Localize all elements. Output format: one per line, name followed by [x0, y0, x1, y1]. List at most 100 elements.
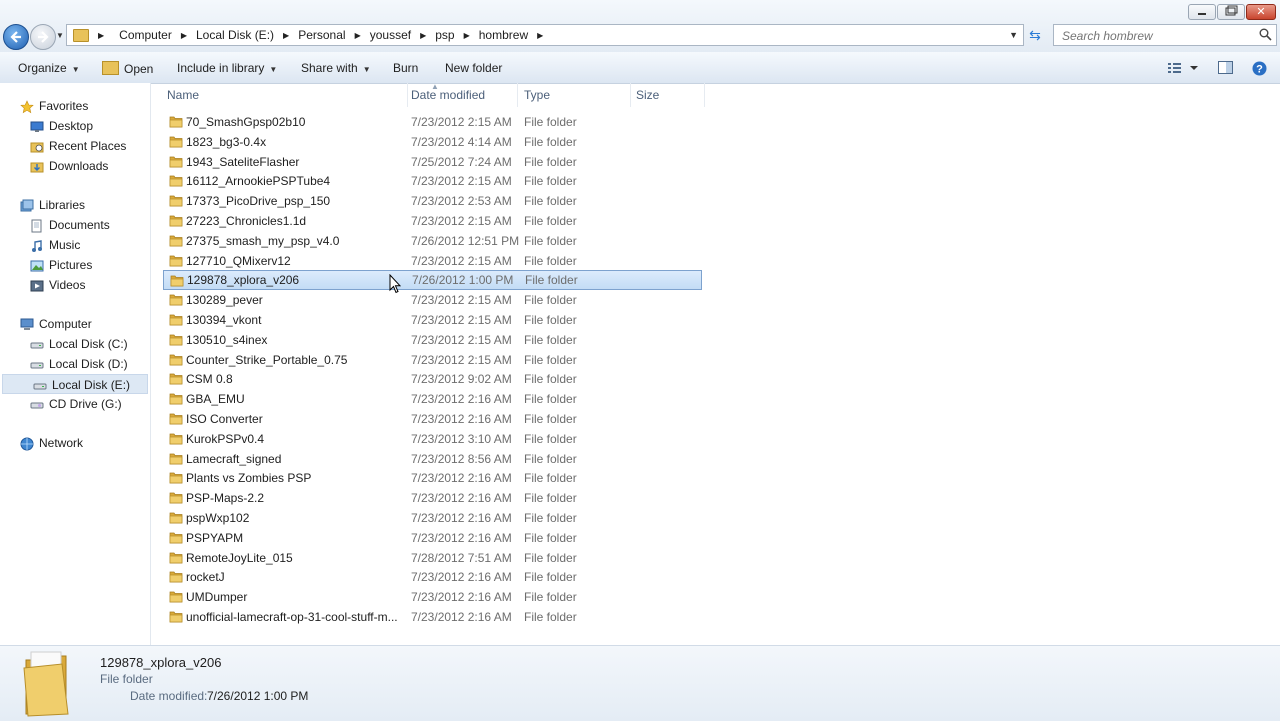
drive-icon: [30, 362, 44, 369]
address-field[interactable]: ▶ Computer ▶ Local Disk (E:) ▶ Personal ▶ yous…: [66, 24, 1024, 46]
sidebar-group-label: Network: [39, 436, 84, 450]
file-row[interactable]: GBA_EMU 7/23/2012 2:16 AM File folder: [163, 389, 702, 409]
burn-button[interactable]: Burn: [393, 61, 418, 75]
file-row[interactable]: PSPYAPM 7/23/2012 2:16 AM File folder: [163, 528, 702, 548]
file-row[interactable]: 16112_ArnookiePSPTube4 7/23/2012 2:15 AM F…: [163, 171, 702, 191]
address-history-dropdown-icon[interactable]: ▼: [1009, 30, 1018, 40]
file-row[interactable]: CSM 0.8 7/23/2012 9:02 AM File folder: [163, 369, 702, 389]
chevron-right-icon[interactable]: ▶: [98, 31, 104, 40]
file-row[interactable]: PSP-Maps-2.2 7/23/2012 2:16 AM File folder: [163, 488, 702, 508]
search-box[interactable]: [1053, 24, 1277, 46]
sidebar-item-local-disk-d[interactable]: Local Disk (D:): [0, 354, 149, 374]
share-with-menu[interactable]: Share with ▼: [301, 61, 371, 75]
column-divider[interactable]: [517, 83, 518, 107]
sidebar-item-pictures[interactable]: Pictures: [0, 255, 149, 275]
recent-pages-dropdown-icon[interactable]: ▼: [56, 31, 64, 40]
file-row[interactable]: rocketJ 7/23/2012 2:16 AM File folder: [163, 567, 702, 587]
column-header-date-modified[interactable]: Date modified: [411, 88, 485, 102]
file-row[interactable]: 130289_pever 7/23/2012 2:15 AM File folder: [163, 290, 702, 310]
file-row[interactable]: UMDumper 7/23/2012 2:16 AM File folder: [163, 587, 702, 607]
file-date-modified: 7/23/2012 2:15 AM: [411, 115, 512, 129]
column-header-name[interactable]: Name: [167, 88, 199, 102]
file-type: File folder: [524, 590, 577, 605]
close-button[interactable]: ✕: [1246, 4, 1276, 20]
file-row[interactable]: 27375_smash_my_psp_v4.0 7/26/2012 12:51 P…: [163, 231, 702, 251]
file-row[interactable]: 27223_Chronicles1.1d 7/23/2012 2:15 AM Fil…: [163, 211, 702, 231]
folder-icon: [169, 136, 183, 148]
include-in-library-menu[interactable]: Include in library ▼: [177, 61, 277, 75]
open-button[interactable]: Open: [102, 61, 153, 76]
file-row[interactable]: 129878_xplora_v206 7/26/2012 1:00 PM File …: [163, 270, 702, 291]
file-row[interactable]: RemoteJoyLite_015 7/28/2012 7:51 AM File f…: [163, 548, 702, 568]
breadcrumb-item[interactable]: youssef: [370, 28, 411, 42]
maximize-button[interactable]: [1217, 4, 1245, 20]
sidebar-item-cd-drive-g[interactable]: CD Drive (G:): [0, 394, 149, 414]
column-header-type[interactable]: Type: [524, 88, 550, 102]
sidebar-item-desktop[interactable]: Desktop: [0, 116, 149, 136]
back-button[interactable]: [3, 24, 29, 50]
sidebar-item-local-disk-e[interactable]: Local Disk (E:): [2, 374, 148, 394]
column-divider[interactable]: [704, 83, 705, 107]
file-row[interactable]: unofficial-lamecraft-op-31-cool-stuff-m.…: [163, 607, 702, 627]
folder-icon: [169, 473, 183, 484]
search-input[interactable]: [1060, 27, 1254, 45]
organize-menu[interactable]: Organize ▼: [18, 61, 80, 75]
chevron-right-icon[interactable]: ▶: [464, 31, 470, 40]
navigation-pane: Favorites Desktop Recent Places Downloads Li…: [0, 83, 151, 645]
file-row[interactable]: 70_SmashGpsp02b10 7/23/2012 2:15 AM File f…: [163, 112, 702, 132]
sidebar-item-videos[interactable]: Videos: [0, 275, 149, 295]
file-row[interactable]: 1943_SateliteFlasher 7/25/2012 7:24 AM Fil…: [163, 152, 702, 172]
sidebar-item-local-disk-c[interactable]: Local Disk (C:): [0, 334, 149, 354]
file-row[interactable]: KurokPSPv0.4 7/23/2012 3:10 AM File folder: [163, 429, 702, 449]
file-date-modified: 7/23/2012 2:15 AM: [411, 352, 512, 367]
breadcrumb-item[interactable]: Computer: [119, 28, 172, 42]
sidebar-item-documents[interactable]: Documents: [0, 215, 149, 235]
file-row[interactable]: Plants vs Zombies PSP 7/23/2012 2:16 AM Fi…: [163, 468, 702, 488]
file-row[interactable]: 1823_bg3-0.4x 7/23/2012 4:14 AM File folde…: [163, 132, 702, 152]
sidebar-group-label: Libraries: [39, 198, 86, 212]
forward-button[interactable]: [30, 24, 56, 50]
breadcrumb-item[interactable]: hombrew: [479, 28, 528, 42]
column-header-size[interactable]: Size: [636, 88, 659, 102]
refresh-button[interactable]: ⇆: [1027, 27, 1043, 43]
minimize-button[interactable]: [1188, 4, 1216, 20]
network-group-icon-wrap: [20, 437, 34, 457]
file-row[interactable]: pspWxp102 7/23/2012 2:16 AM File folder: [163, 508, 702, 528]
file-name: 1943_SateliteFlasher: [186, 154, 300, 169]
file-row[interactable]: ISO Converter 7/23/2012 2:16 AM File folde…: [163, 409, 702, 429]
change-view-icon[interactable]: [1168, 61, 1200, 75]
chevron-right-icon[interactable]: ▶: [181, 31, 187, 40]
file-name: rocketJ: [186, 570, 225, 585]
file-name: PSP-Maps-2.2: [186, 491, 265, 506]
help-icon[interactable]: ?: [1252, 61, 1267, 76]
sidebar-group-libraries[interactable]: Libraries: [0, 195, 149, 215]
sidebar-item-music[interactable]: Music: [0, 235, 149, 255]
breadcrumb-item[interactable]: Personal: [298, 28, 345, 42]
chevron-right-icon[interactable]: ▶: [283, 31, 289, 40]
column-divider[interactable]: [630, 83, 631, 107]
breadcrumb-item[interactable]: Local Disk (E:): [196, 28, 274, 42]
file-name: pspWxp102: [186, 511, 250, 525]
search-icon[interactable]: [1259, 28, 1272, 41]
sidebar-item-recent-places[interactable]: Recent Places: [0, 136, 149, 156]
sidebar-group-network[interactable]: Network: [0, 433, 149, 453]
file-row[interactable]: 130510_s4inex 7/23/2012 2:15 AM File folde…: [163, 330, 702, 350]
sidebar-group-favorites[interactable]: Favorites: [0, 96, 149, 116]
file-row[interactable]: Lamecraft_signed 7/23/2012 8:56 AM File fo…: [163, 449, 702, 469]
breadcrumb-item[interactable]: psp: [435, 28, 454, 42]
file-row[interactable]: 130394_vkont 7/23/2012 2:15 AM File folder: [163, 310, 702, 330]
file-date-modified: 7/23/2012 2:16 AM: [411, 511, 512, 525]
file-name: Lamecraft_signed: [186, 451, 282, 466]
file-row[interactable]: 127710_QMixerv12 7/23/2012 2:15 AM File fo…: [163, 251, 702, 271]
file-row[interactable]: Counter_Strike_Portable_0.75 7/23/2012 2:…: [163, 350, 702, 370]
file-row[interactable]: 17373_PicoDrive_psp_150 7/23/2012 2:53 AM…: [163, 191, 702, 211]
sidebar-group-computer[interactable]: Computer: [0, 314, 149, 334]
preview-pane-icon[interactable]: [1218, 61, 1234, 75]
column-divider[interactable]: [407, 83, 408, 107]
sidebar-item-downloads[interactable]: Downloads: [0, 156, 149, 176]
chevron-right-icon[interactable]: ▶: [355, 31, 361, 40]
chevron-right-icon[interactable]: ▶: [420, 31, 426, 40]
new-folder-button[interactable]: New folder: [445, 61, 502, 75]
file-date-modified: 7/26/2012 1:00 PM: [412, 273, 514, 288]
chevron-right-icon[interactable]: ▶: [537, 31, 543, 40]
